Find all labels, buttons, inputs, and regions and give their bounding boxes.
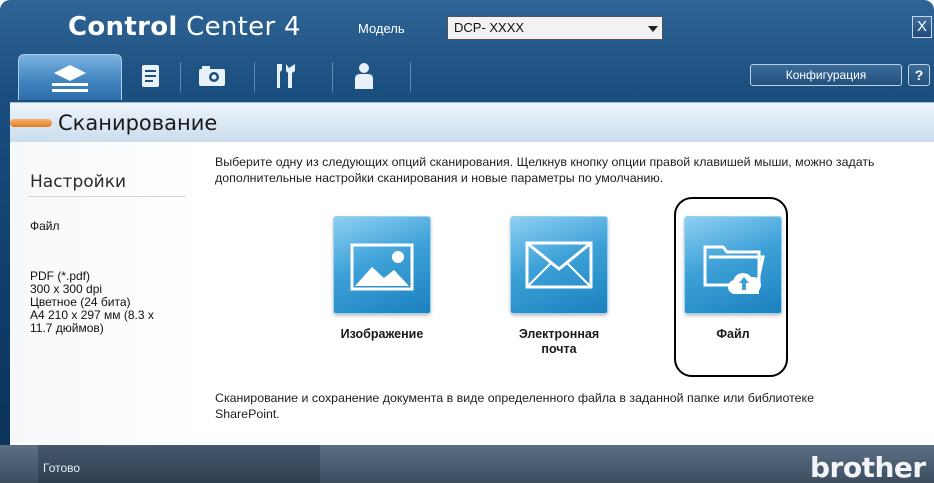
envelope-icon — [525, 241, 593, 289]
close-button[interactable]: X — [912, 16, 932, 38]
settings-line: 11.7 дюймов) — [30, 321, 104, 335]
control-center-window: Control Center 4 Модель DCP- XXXX X Конф… — [0, 0, 934, 483]
tab-pc-fax[interactable] — [183, 54, 241, 98]
dropdown-arrow-icon — [648, 26, 658, 32]
settings-file-type: Файл — [30, 219, 60, 233]
section-header: Сканирование — [10, 102, 934, 143]
image-tile — [334, 217, 430, 313]
option-description: Сканирование и сохранение документа в ви… — [215, 391, 814, 421]
app-title: Control Center 4 — [68, 12, 301, 42]
document-icon — [142, 65, 159, 87]
main-content: Настройки Файл PDF (*.pdf) 300 x 300 dpi… — [10, 142, 934, 445]
tab-separator — [180, 62, 181, 92]
image-icon — [350, 243, 414, 291]
model-value: DCP- XXXX — [454, 20, 525, 35]
status-bar: Готово brother — [0, 445, 934, 483]
image-option-button[interactable]: Изображение — [327, 217, 437, 342]
settings-heading: Настройки — [30, 172, 127, 192]
file-option-highlight — [674, 197, 788, 377]
tab-device-settings[interactable] — [257, 54, 315, 98]
tab-separator — [410, 62, 411, 92]
instructions-text: Выберите одну из следующих опций сканиро… — [215, 155, 875, 185]
section-accent-bar — [10, 119, 52, 127]
email-option-button[interactable]: Электронная почта — [504, 217, 614, 357]
status-panel — [38, 445, 320, 483]
tab-separator — [332, 62, 333, 92]
user-icon — [355, 63, 373, 89]
brother-logo: brother — [810, 451, 926, 483]
settings-details: PDF (*.pdf) 300 x 300 dpi Цветное (24 би… — [30, 270, 154, 335]
configuration-button[interactable]: Конфигурация — [750, 64, 902, 86]
scan-icon — [52, 64, 88, 92]
email-option-label: Электронная почта — [518, 327, 600, 356]
tab-separator — [254, 62, 255, 92]
email-tile — [511, 217, 607, 313]
model-dropdown[interactable]: DCP- XXXX — [447, 16, 663, 40]
help-button[interactable]: ? — [908, 64, 930, 86]
tab-support[interactable] — [335, 54, 393, 98]
status-text: Готово — [43, 461, 81, 475]
tab-scan[interactable] — [18, 54, 122, 100]
settings-divider — [28, 196, 186, 197]
section-title: Сканирование — [58, 111, 218, 135]
model-label: Модель — [358, 21, 405, 36]
tab-photocapture[interactable] — [122, 54, 180, 98]
image-option-label: Изображение — [340, 327, 424, 341]
photo-icon — [199, 66, 225, 86]
tools-icon — [277, 64, 295, 88]
